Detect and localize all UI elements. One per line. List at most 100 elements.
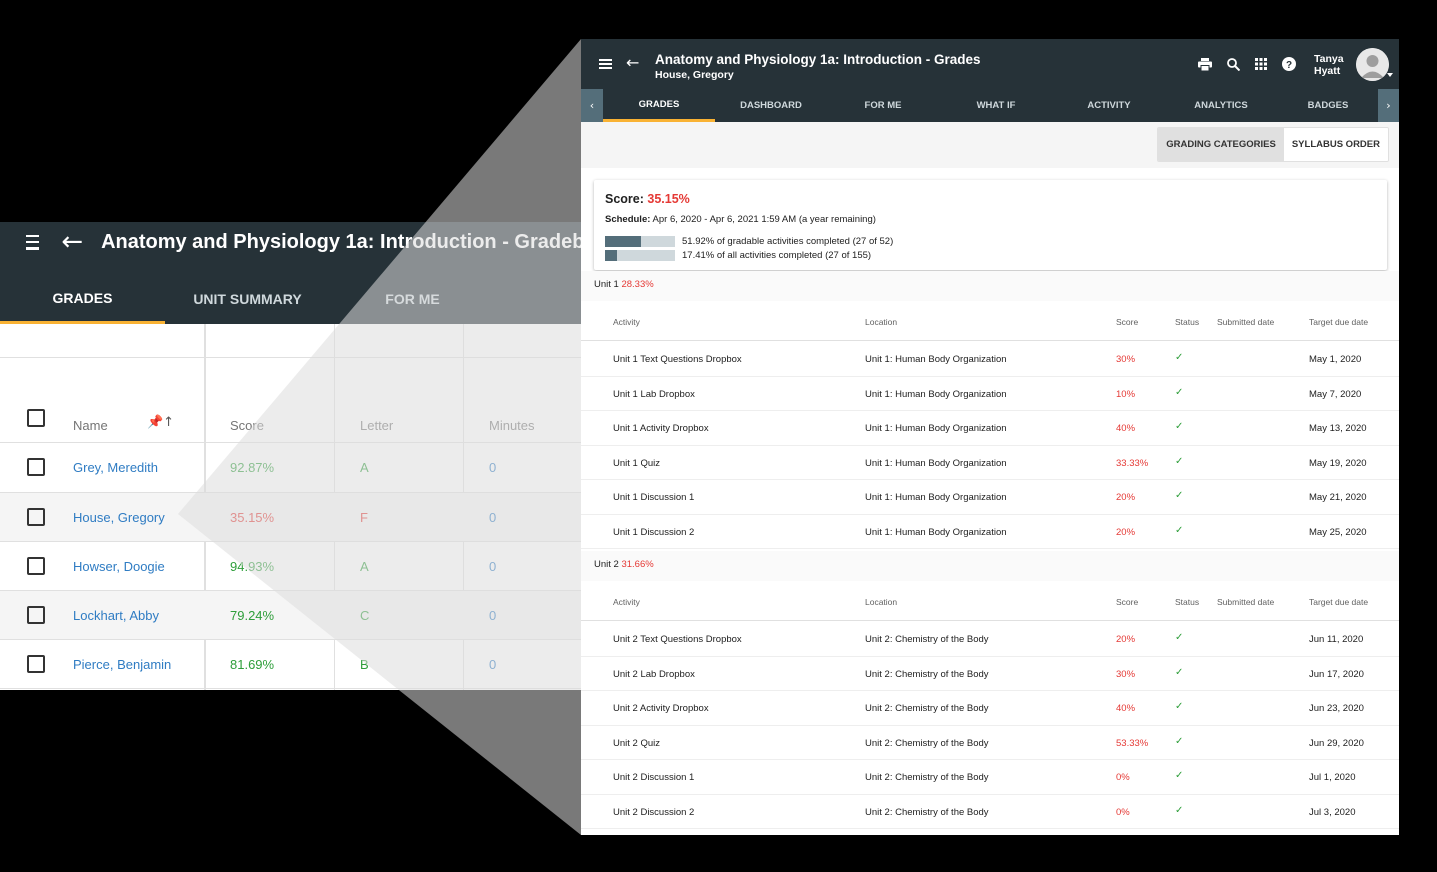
cell-activity[interactable]: Unit 1 Discussion 1	[613, 492, 694, 503]
row-checkbox[interactable]	[27, 508, 45, 526]
tab-what-if[interactable]: WHAT IF	[940, 89, 1052, 122]
cell-activity[interactable]: Unit 2 Text Questions Dropbox	[613, 634, 742, 645]
menu-icon[interactable]	[26, 234, 40, 250]
back-arrow-icon[interactable]: ←	[626, 53, 639, 72]
table-row[interactable]: Unit 1 Text Questions Dropbox Unit 1: Hum…	[581, 342, 1399, 377]
cell-status: ✓	[1175, 386, 1184, 398]
tab-dashboard[interactable]: DASHBOARD	[715, 89, 827, 122]
cell-location: Unit 2: Chemistry of the Body	[865, 806, 989, 818]
tabs-scroll-right-icon[interactable]: ›	[1378, 89, 1399, 122]
student-score: 92.87%	[230, 460, 275, 475]
cell-due: May 13, 2020	[1309, 423, 1367, 434]
pin-sort-icon[interactable]: 📌↑	[147, 415, 174, 430]
cell-score: 10%	[1116, 388, 1136, 400]
cell-location: Unit 1: Human Body Organization	[865, 492, 1007, 503]
student-letter: C	[360, 608, 370, 623]
tab-activity[interactable]: ACTIVITY	[1053, 89, 1165, 122]
cell-activity[interactable]: Unit 2 Activity Dropbox	[613, 703, 709, 714]
cell-activity[interactable]: Unit 1 Text Questions Dropbox	[613, 354, 742, 365]
cell-due: May 21, 2020	[1309, 492, 1367, 503]
tab-for-me[interactable]: FOR ME	[827, 89, 939, 122]
student-name[interactable]: Pierce, Benjamin	[73, 657, 171, 672]
unit-title[interactable]: Unit 1 28.33%	[594, 279, 654, 290]
tab-grades[interactable]: GRADES	[603, 89, 715, 122]
tab-badges[interactable]: BADGES	[1278, 89, 1378, 122]
student-minutes[interactable]: 0	[489, 460, 496, 475]
user-name[interactable]: Tanya Hyatt	[1314, 53, 1344, 77]
student-minutes[interactable]: 0	[489, 608, 496, 623]
student-minutes[interactable]: 0	[489, 657, 496, 672]
table-row[interactable]: Grey, Meredith 92.87% A 0	[0, 443, 620, 491]
cell-status: ✓	[1175, 455, 1184, 467]
cell-activity[interactable]: Unit 1 Discussion 2	[613, 527, 694, 538]
back-arrow-icon[interactable]: ←	[61, 229, 83, 255]
column-score[interactable]: Score	[230, 418, 264, 433]
gradebook-tab-unit-summary[interactable]: UNIT SUMMARY	[165, 274, 330, 324]
syllabus-order-button[interactable]: SYLLABUS ORDER	[1283, 128, 1388, 161]
cell-activity[interactable]: Unit 2 Lab Dropbox	[613, 669, 695, 680]
row-checkbox[interactable]	[27, 557, 45, 575]
cell-status: ✓	[1175, 421, 1184, 432]
menu-icon[interactable]	[599, 59, 612, 69]
student-minutes[interactable]: 0	[489, 559, 496, 574]
view-toolbar: GRADING CATEGORIES SYLLABUS ORDER	[581, 122, 1399, 168]
unit-score: 28.33%	[621, 279, 654, 290]
table-row[interactable]: Unit 2 Discussion 2 Unit 2: Chemistry of …	[581, 795, 1399, 829]
table-row[interactable]: Unit 2 Activity Dropbox Unit 2: Chemistry…	[581, 691, 1399, 726]
cell-activity[interactable]: Unit 2 Discussion 1	[613, 772, 694, 783]
cell-activity[interactable]: Unit 1 Activity Dropbox	[613, 423, 709, 434]
student-letter: B	[360, 657, 369, 672]
student-name[interactable]: Lockhart, Abby	[73, 608, 159, 623]
cell-score: 30%	[1116, 668, 1136, 680]
cell-score: 20%	[1116, 526, 1136, 538]
panel-title: Anatomy and Physiology 1a: Introduction …	[655, 52, 981, 67]
print-icon[interactable]	[1197, 56, 1213, 72]
table-row[interactable]: Unit 1 Discussion 2 Unit 1: Human Body Or…	[581, 515, 1399, 549]
column-status: Status	[1175, 597, 1200, 607]
table-row[interactable]: Unit 1 Discussion 1 Unit 1: Human Body Or…	[581, 480, 1399, 515]
select-all-checkbox[interactable]	[27, 409, 45, 427]
tabs-scroll-left-icon[interactable]: ‹	[581, 89, 603, 122]
table-row[interactable]: House, Gregory 35.15% F 0	[0, 493, 620, 541]
table-row[interactable]: Unit 2 Discussion 1 Unit 2: Chemistry of …	[581, 760, 1399, 795]
cell-activity[interactable]: Unit 2 Quiz	[613, 738, 660, 749]
student-name[interactable]: Grey, Meredith	[73, 460, 158, 475]
table-row[interactable]: Pierce, Benjamin 81.69% B 0	[0, 640, 620, 688]
table-row[interactable]: Unit 2 Text Questions Dropbox Unit 2: Che…	[581, 622, 1399, 657]
row-checkbox[interactable]	[27, 458, 45, 476]
search-icon[interactable]	[1225, 56, 1241, 72]
table-row[interactable]: Unit 2 Quiz Unit 2: Chemistry of the Body…	[581, 726, 1399, 760]
table-row[interactable]: Unit 2 Lab Dropbox Unit 2: Chemistry of t…	[581, 657, 1399, 691]
tab-analytics[interactable]: ANALYTICS	[1165, 89, 1277, 122]
row-checkbox[interactable]	[27, 655, 45, 673]
cell-activity[interactable]: Unit 1 Lab Dropbox	[613, 389, 695, 400]
grading-categories-button[interactable]: GRADING CATEGORIES	[1158, 128, 1284, 161]
cell-activity[interactable]: Unit 2 Discussion 2	[613, 807, 694, 818]
column-location: Location	[865, 597, 898, 607]
student-name[interactable]: Howser, Doogie	[73, 559, 165, 574]
cell-activity[interactable]: Unit 1 Quiz	[613, 458, 660, 469]
table-row[interactable]: Howser, Doogie 94.93% A 0	[0, 542, 620, 590]
gradebook-tab-grades[interactable]: GRADES	[0, 274, 165, 324]
user-menu-caret-icon[interactable]	[1387, 73, 1393, 77]
gradebook-grid: Name 📌↑ Score Letter Minutes Grey, Mered…	[0, 324, 620, 690]
column-name[interactable]: Name	[73, 418, 108, 433]
column-letter[interactable]: Letter	[360, 418, 393, 433]
table-row[interactable]: Unit 1 Quiz Unit 1: Human Body Organizati…	[581, 446, 1399, 480]
avatar[interactable]	[1356, 48, 1389, 81]
table-row[interactable]: Unit 1 Activity Dropbox Unit 1: Human Bod…	[581, 411, 1399, 446]
unit-title[interactable]: Unit 2 31.66%	[594, 559, 654, 570]
table-row[interactable]: Lockhart, Abby 79.24% C 0	[0, 591, 620, 639]
gradebook-tabs: GRADES UNIT SUMMARY FOR ME	[0, 274, 495, 324]
gradebook-tab-for-me[interactable]: FOR ME	[330, 274, 495, 324]
column-minutes[interactable]: Minutes	[489, 418, 535, 433]
cell-location: Unit 2: Chemistry of the Body	[865, 772, 989, 783]
help-icon[interactable]: ?	[1281, 56, 1297, 72]
student-name[interactable]: House, Gregory	[73, 510, 165, 525]
table-row[interactable]: Unit 1 Lab Dropbox Unit 1: Human Body Org…	[581, 377, 1399, 411]
student-minutes[interactable]: 0	[489, 510, 496, 525]
row-checkbox[interactable]	[27, 606, 45, 624]
apps-icon[interactable]	[1253, 56, 1269, 72]
column-location: Location	[865, 317, 898, 327]
score-card: Score: 35.15% Schedule: Apr 6, 2020 - Ap…	[594, 180, 1387, 270]
